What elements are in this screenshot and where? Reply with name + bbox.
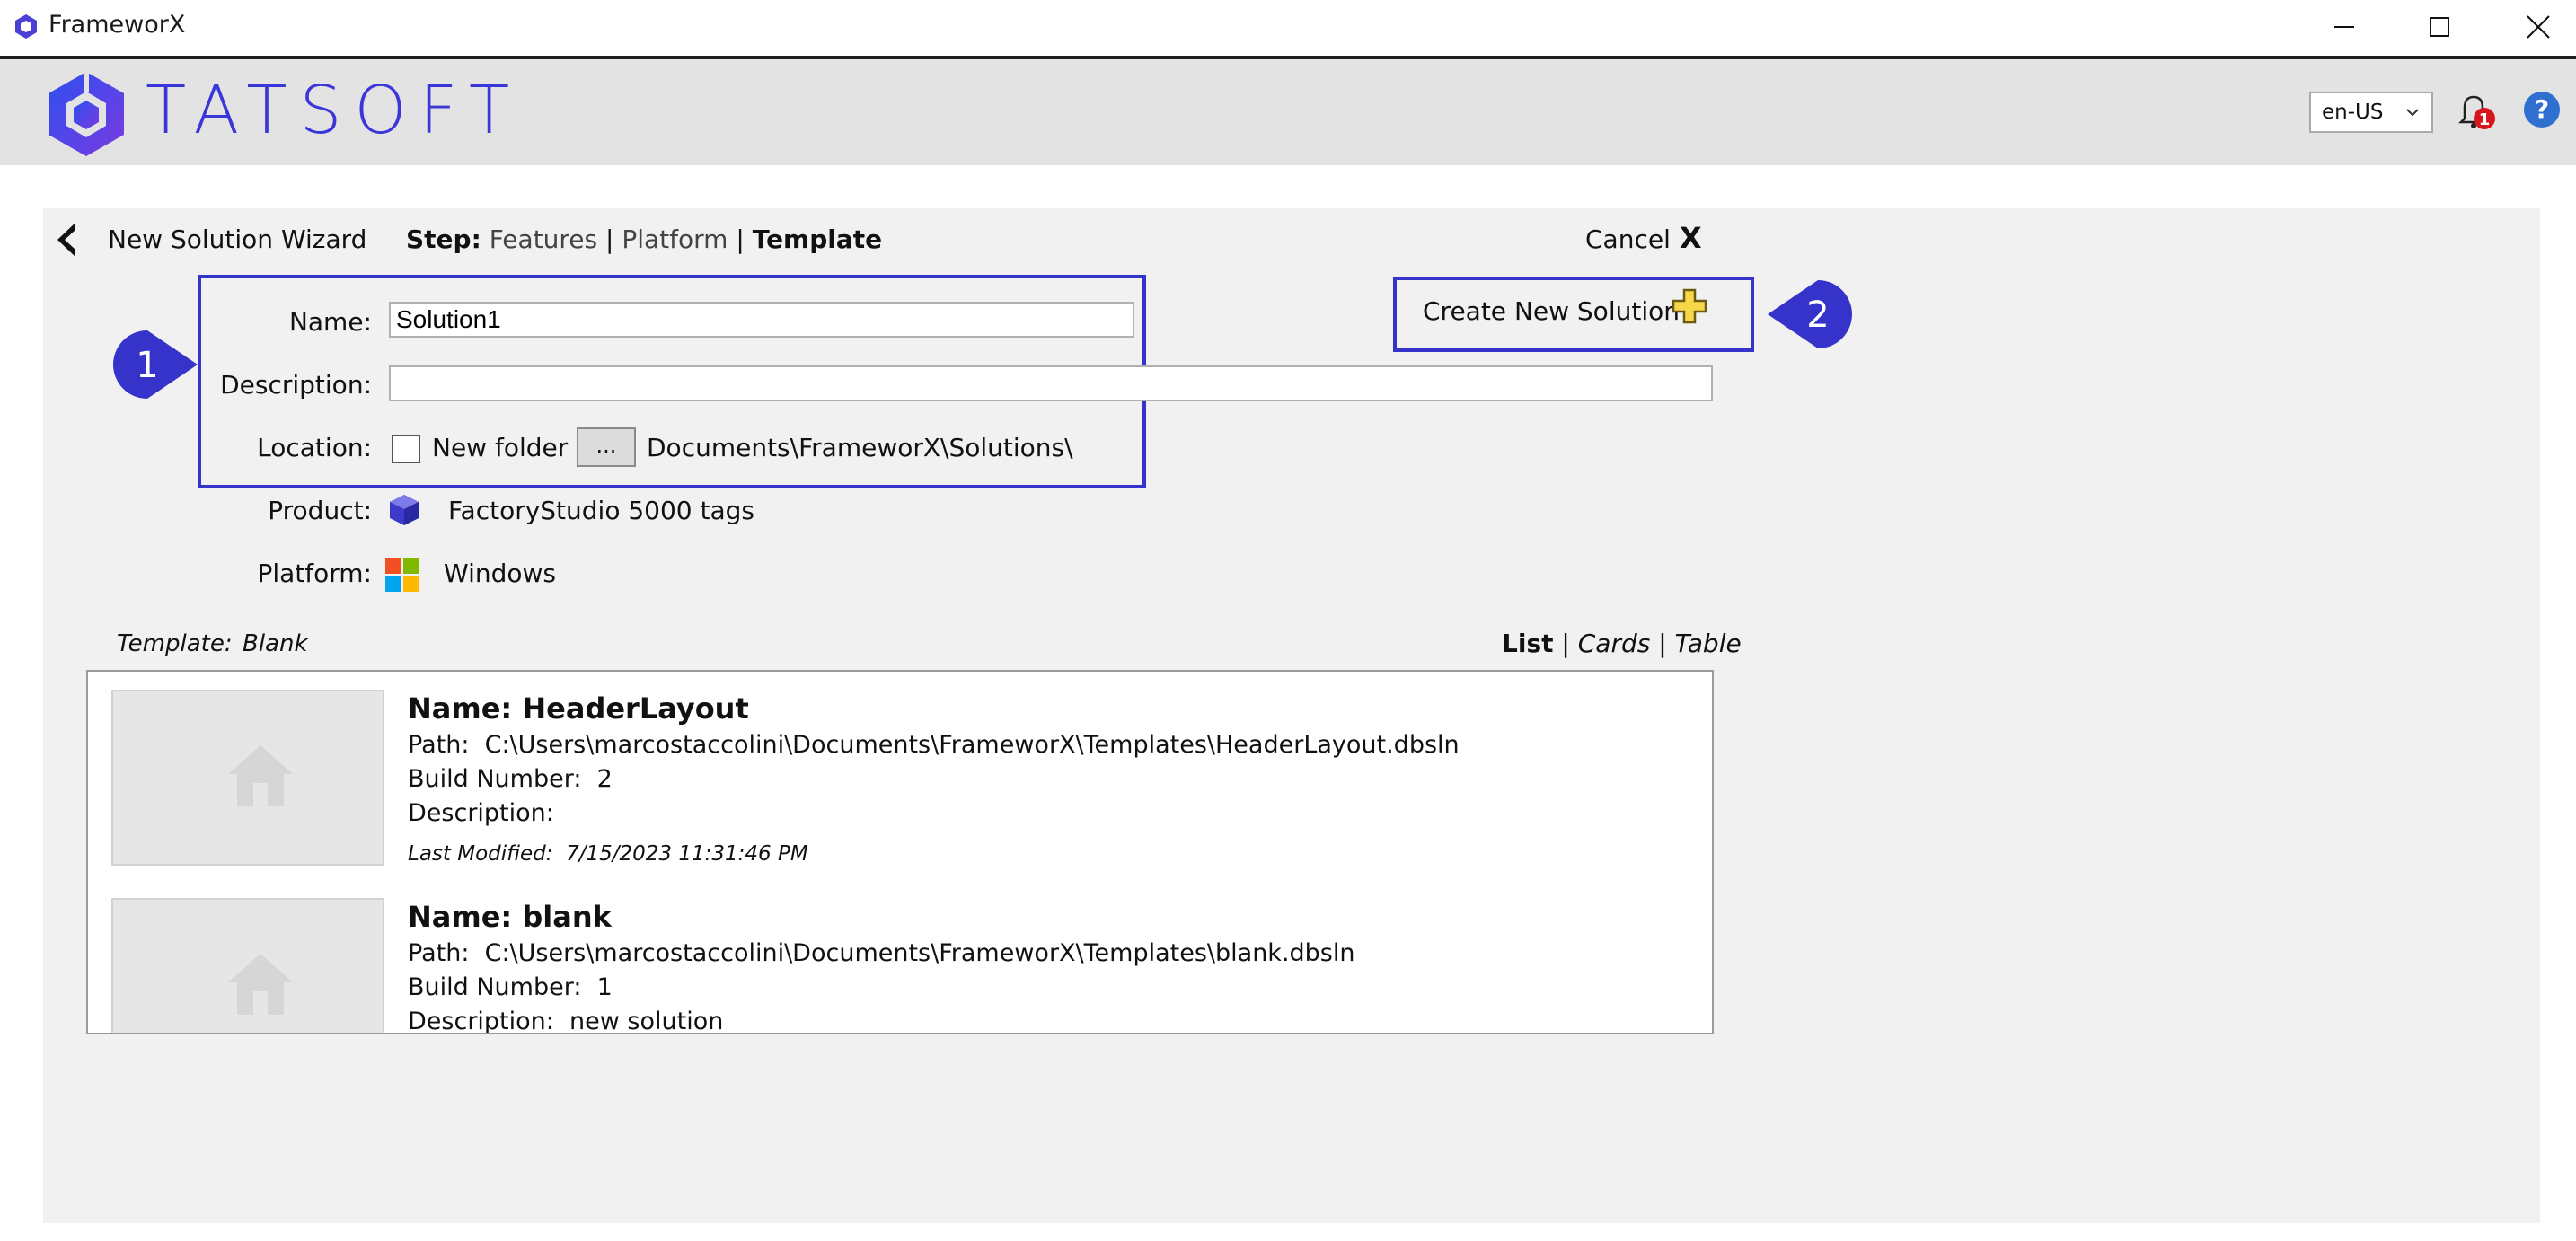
browse-button[interactable]: ... [577,427,636,467]
language-value: en-US [2322,101,2384,124]
language-select[interactable]: en-US [2309,92,2433,133]
template-name: Name: HeaderLayout [408,691,749,726]
notification-count: 1 [2479,110,2491,129]
list-item[interactable]: Name: HeaderLayout Path: C:\Users\marcos… [88,672,1712,878]
template-build: Build Number: 1 [408,973,613,1001]
step-separator: | [605,224,614,254]
home-icon [228,954,293,1015]
step-features[interactable]: Features [490,224,597,254]
cancel-button[interactable]: Cancel [1585,224,1671,254]
location-path: Documents\FrameworX\Solutions\ [647,433,1073,462]
new-folder-checkbox[interactable] [392,435,420,463]
description-input[interactable] [389,365,1713,401]
product-value: FactoryStudio 5000 tags [448,496,755,525]
wizard-title: New Solution Wizard [108,224,367,254]
new-folder-label: New folder [432,433,569,462]
window-title: FrameworX [49,11,186,39]
view-separator: | [1561,629,1570,658]
view-table[interactable]: Table [1675,629,1742,658]
chevron-down-icon [2406,109,2419,117]
help-icon[interactable]: ? [2522,90,2562,129]
app-icon [15,14,37,39]
template-build: Build Number: 2 [408,765,613,793]
close-window-button[interactable] [2493,0,2576,54]
product-cube-icon [390,495,419,525]
template-path: Path: C:\Users\marcostaccolini\Documents… [408,939,1355,967]
step-platform[interactable]: Platform [622,224,728,254]
title-bar: FrameworX [0,0,2576,59]
maximize-icon [2430,17,2449,37]
brand-wordmark: TATSOFT [146,72,523,149]
template-description: Description: new solution [408,1008,724,1034]
create-new-solution-label: Create New Solution [1423,296,1680,326]
minimize-button[interactable] [2299,0,2389,54]
name-input[interactable] [389,302,1134,338]
notification-bell-icon[interactable]: 1 [2452,88,2497,133]
template-label: Template: [117,630,233,657]
close-icon [2527,15,2550,39]
step-template[interactable]: Template [753,224,882,254]
template-thumbnail [111,690,384,866]
windows-logo-icon [385,558,419,592]
view-switcher: List | Cards | Table [1502,629,1742,658]
location-label: Location: [257,433,372,462]
view-separator: | [1658,629,1667,658]
template-modified: Last Modified: 7/15/2023 11:31:46 PM [408,842,808,866]
step-separator: | [736,224,745,254]
step-breadcrumb: Step: Features | Platform | Template [406,224,882,254]
maximize-button[interactable] [2395,0,2484,54]
step-label: Step: [406,224,481,254]
cancel-x-button[interactable]: X [1680,221,1702,255]
back-arrow-icon[interactable] [54,221,81,259]
platform-value: Windows [444,559,556,588]
tatsoft-logo-icon [49,72,124,156]
callout-badge-2: 2 [1768,280,1852,348]
template-name: Name: blank [408,900,612,934]
view-list[interactable]: List [1502,629,1554,658]
template-path: Path: C:\Users\marcostaccolini\Documents… [408,731,1460,759]
plus-icon [1672,288,1707,324]
product-label: Product: [268,496,372,525]
platform-label: Platform: [257,559,372,588]
home-icon [228,745,293,806]
name-label: Name: [288,307,372,337]
minimize-icon [2334,26,2354,28]
description-label: Description: [220,370,372,400]
list-item[interactable]: Name: blank Path: C:\Users\marcostaccoli… [88,880,1712,1034]
view-cards[interactable]: Cards [1578,629,1651,658]
template-list[interactable]: Name: HeaderLayout Path: C:\Users\marcos… [86,670,1714,1034]
app-header: TATSOFT en-US 1 ? [0,59,2576,165]
svg-text:?: ? [2535,94,2549,124]
svg-text:2: 2 [1806,295,1829,336]
template-selected: Blank [243,630,308,657]
template-thumbnail [111,898,384,1033]
template-description: Description: [408,799,554,827]
